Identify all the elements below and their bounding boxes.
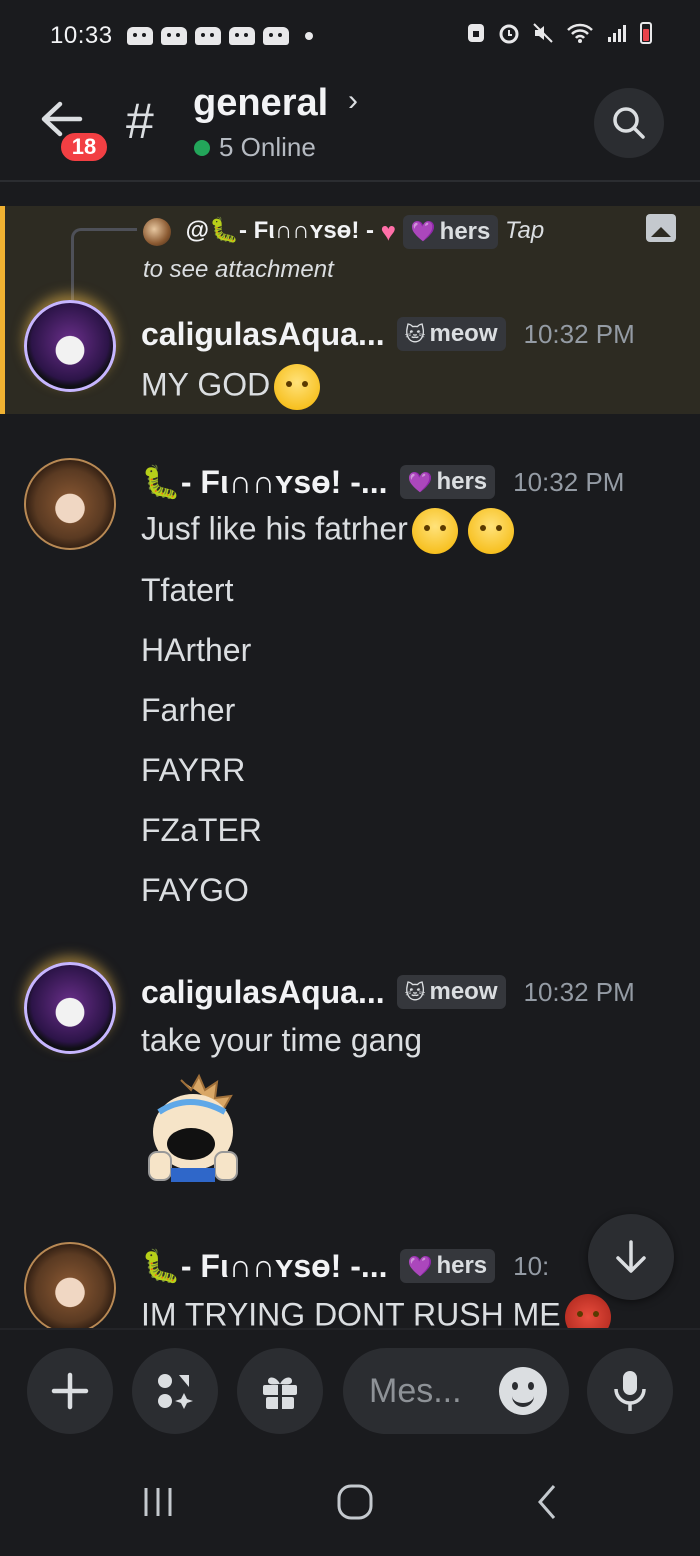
timestamp: 10:32 PM: [523, 318, 635, 349]
status-time: 10:33: [50, 22, 113, 49]
cat-icon: 🐱: [404, 981, 426, 1004]
unread-badge: 18: [58, 130, 110, 164]
attachment-text: to see attachment: [143, 255, 334, 283]
drooling-emoji-icon: [467, 508, 514, 554]
avatar[interactable]: [24, 962, 116, 1054]
user-tag: 🐱 meow: [396, 975, 506, 1009]
voice-message-button[interactable]: [587, 1348, 673, 1434]
add-attachment-button[interactable]: [27, 1348, 113, 1434]
gift-icon: [263, 1377, 297, 1409]
message-text: IM TRYING DONT RUSH ME: [141, 1294, 611, 1328]
user-tag: 💜 hers: [399, 1249, 496, 1283]
message-header: caligulasAqua... 🐱 meow 10:32 PM: [141, 970, 635, 1014]
apps-button[interactable]: [132, 1348, 218, 1434]
online-status-dot: [194, 140, 210, 156]
avatar[interactable]: [24, 1242, 116, 1328]
angry-emoji-icon: [564, 1294, 611, 1328]
home-icon[interactable]: [335, 1482, 375, 1522]
online-count: 5 Online: [219, 132, 316, 162]
caterpillar-emoji-icon: 🐛: [141, 1248, 181, 1284]
chevron-right-icon[interactable]: ›: [348, 84, 358, 118]
drooling-emoji-icon: [411, 508, 458, 554]
message-text: Tfatert: [141, 572, 234, 608]
mentioned-message[interactable]: @🐛- Fι∩∩ʏѕɵ! - ♥ 💜 hers Tap to see attach…: [0, 206, 700, 414]
pronoun-tag: 💜 hers: [402, 214, 499, 249]
search-button[interactable]: [594, 88, 664, 158]
message-text: HArther: [141, 632, 252, 668]
cat-icon: 🐱: [404, 323, 426, 346]
message-text: FZaTER: [141, 812, 262, 848]
more-notifications-dot: [304, 32, 313, 40]
timestamp: 10:32 PM: [513, 466, 625, 497]
reply-connector: [71, 228, 137, 310]
jump-to-latest-button[interactable]: [588, 1214, 674, 1300]
reply-author[interactable]: @🐛- Fι∩∩ʏѕɵ! -: [186, 217, 381, 244]
apps-icon: [158, 1374, 193, 1409]
timestamp: 10:: [513, 1250, 550, 1281]
emoji-picker-icon[interactable]: [499, 1367, 547, 1415]
caterpillar-emoji-icon: 🐛: [141, 464, 181, 500]
lock-icon: [468, 24, 484, 42]
wifi-icon: [567, 23, 593, 43]
channel-header: 18 # general › 5 Online: [0, 72, 700, 182]
back-nav-icon[interactable]: [532, 1482, 562, 1522]
message-input[interactable]: Mes...: [343, 1348, 569, 1434]
message-text: Jusf like his fatrher: [141, 508, 514, 554]
discord-icon: [262, 27, 289, 45]
user-tag: 🐱 meow: [396, 317, 506, 351]
message-header: 🐛- Fι∩∩ʏѕɵ! -... 💜 hers 10:32 PM: [141, 460, 624, 504]
plus-icon: [51, 1372, 89, 1410]
search-icon: [613, 107, 645, 139]
heart-icon: ♥: [380, 216, 397, 247]
author-name[interactable]: caligulasAqua...: [141, 316, 385, 353]
heart-tag-icon: 💜: [410, 220, 436, 243]
recent-apps-icon[interactable]: [138, 1484, 178, 1520]
timestamp: 10:32 PM: [523, 976, 635, 1007]
user-tag: 💜 hers: [399, 465, 496, 499]
notification-icons: [126, 27, 313, 45]
message-text: Farher: [141, 692, 236, 728]
caterpillar-emoji-icon: 🐛: [209, 217, 239, 244]
message-text: FAYRR: [141, 752, 246, 788]
alarm-icon: [499, 24, 519, 44]
discord-icon: [126, 27, 153, 45]
avatar[interactable]: [24, 458, 116, 550]
tap-text: Tap: [505, 217, 545, 244]
avatar[interactable]: [24, 300, 116, 392]
signal-icon: [608, 25, 626, 42]
image-icon: [646, 214, 676, 242]
message-header: caligulasAqua... 🐱 meow 10:32 PM: [141, 312, 635, 356]
channel-hash-icon: #: [126, 93, 154, 149]
channel-name[interactable]: general: [193, 82, 328, 125]
heart-tag-icon: 💜: [407, 1255, 433, 1278]
message-composer: Mes...: [0, 1328, 700, 1448]
author-name[interactable]: caligulasAqua...: [141, 974, 385, 1011]
message-placeholder: Mes...: [369, 1371, 462, 1410]
reply-preview[interactable]: @🐛- Fι∩∩ʏѕɵ! - ♥ 💜 hers Tap to see attach…: [143, 212, 680, 292]
author-name[interactable]: 🐛- Fι∩∩ʏѕɵ! -...: [141, 463, 388, 501]
author-name[interactable]: 🐛- Fι∩∩ʏѕɵ! -...: [141, 1247, 388, 1285]
discord-icon: [194, 27, 221, 45]
battery-icon: [640, 22, 652, 44]
system-tray: [466, 22, 652, 44]
crying-emoji-icon: [274, 364, 321, 410]
message-text: MY GOD: [141, 364, 321, 410]
system-nav-bar: [0, 1448, 700, 1556]
reply-avatar: [143, 217, 171, 246]
status-bar: 10:33: [0, 0, 700, 72]
message-text: take your time gang: [141, 1022, 423, 1058]
discord-icon: [160, 27, 187, 45]
message-header: 🐛- Fι∩∩ʏѕɵ! -... 💜 hers 10:: [141, 1244, 549, 1288]
microphone-icon: [614, 1371, 646, 1411]
arrow-down-icon: [616, 1240, 646, 1273]
heart-tag-icon: 💜: [407, 471, 433, 494]
mute-icon: [533, 23, 553, 43]
crying-sticker-icon: [148, 1073, 238, 1182]
message-text: FAYGO: [141, 872, 249, 908]
discord-icon: [228, 27, 255, 45]
gift-button[interactable]: [237, 1348, 323, 1434]
